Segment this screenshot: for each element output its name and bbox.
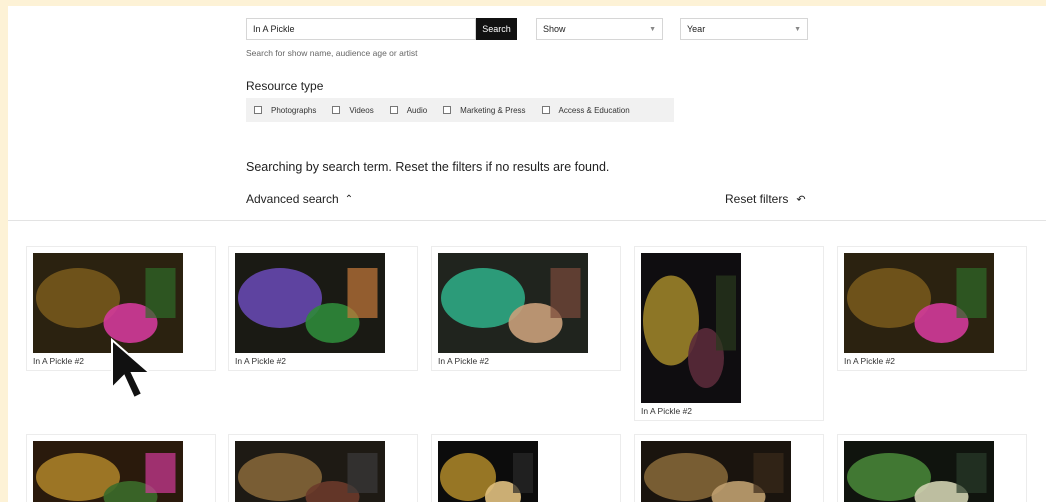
show-select-label: Show bbox=[543, 24, 566, 34]
resource-type-options: Photographs Videos Audio Marketing & Pre… bbox=[246, 98, 674, 122]
chevron-down-icon: ▼ bbox=[794, 25, 801, 33]
result-card[interactable]: In A Pickle #2 bbox=[634, 246, 824, 421]
search-input[interactable] bbox=[246, 18, 476, 40]
result-thumbnail[interactable] bbox=[844, 253, 994, 353]
result-card[interactable]: In A Pickle #2 bbox=[228, 246, 418, 371]
result-card[interactable] bbox=[431, 434, 621, 502]
result-card[interactable] bbox=[634, 434, 824, 502]
result-thumbnail[interactable] bbox=[641, 441, 791, 502]
result-caption[interactable]: In A Pickle #2 bbox=[844, 356, 895, 366]
advanced-search-toggle[interactable]: Advanced search ⌃ bbox=[246, 192, 353, 206]
chevron-up-icon: ⌃ bbox=[344, 193, 354, 205]
mouse-cursor-icon bbox=[111, 338, 153, 400]
checkbox-label: Videos bbox=[349, 105, 374, 115]
checkbox-videos[interactable]: Videos bbox=[332, 105, 374, 115]
result-thumbnail[interactable] bbox=[844, 441, 994, 502]
status-message: Searching by search term. Reset the filt… bbox=[246, 160, 610, 174]
result-caption[interactable]: In A Pickle #2 bbox=[641, 406, 692, 416]
checkbox-photographs[interactable]: Photographs bbox=[254, 106, 316, 115]
result-thumbnail[interactable] bbox=[235, 441, 385, 502]
result-card[interactable] bbox=[228, 434, 418, 502]
checkbox-icon[interactable] bbox=[254, 106, 262, 114]
advanced-search-label: Advanced search bbox=[246, 192, 339, 206]
result-caption[interactable]: In A Pickle #2 bbox=[438, 356, 489, 366]
result-caption[interactable]: In A Pickle #2 bbox=[33, 356, 84, 366]
app-frame: Search Show ▼ Year ▼ Search for show nam… bbox=[8, 6, 1046, 502]
checkbox-icon[interactable] bbox=[443, 106, 452, 114]
result-card[interactable] bbox=[837, 434, 1027, 502]
divider bbox=[8, 220, 1046, 221]
checkbox-label: Audio bbox=[406, 105, 428, 115]
checkbox-label: Marketing & Press bbox=[460, 105, 526, 115]
result-card[interactable] bbox=[26, 434, 216, 502]
result-thumbnail[interactable] bbox=[33, 441, 183, 502]
year-select-label: Year bbox=[687, 24, 706, 34]
result-thumbnail[interactable] bbox=[438, 441, 538, 502]
undo-icon: ↶ bbox=[796, 193, 806, 206]
reset-filters-button[interactable]: Reset filters ↶ bbox=[725, 192, 806, 206]
checkbox-label: Photographs bbox=[271, 105, 317, 115]
checkbox-icon[interactable] bbox=[541, 106, 550, 114]
checkbox-audio[interactable]: Audio bbox=[389, 105, 428, 115]
result-thumbnail[interactable] bbox=[235, 253, 385, 353]
resource-type-title: Resource type bbox=[246, 79, 324, 93]
checkbox-marketing-press[interactable]: Marketing & Press bbox=[443, 105, 526, 115]
reset-filters-label: Reset filters bbox=[725, 192, 789, 206]
result-card[interactable]: In A Pickle #2 bbox=[837, 246, 1027, 371]
result-thumbnail[interactable] bbox=[438, 253, 588, 353]
checkbox-icon[interactable] bbox=[389, 106, 398, 114]
year-select[interactable]: Year ▼ bbox=[680, 18, 808, 40]
checkbox-access-education[interactable]: Access & Education bbox=[541, 105, 630, 115]
checkbox-label: Access & Education bbox=[558, 105, 630, 115]
chevron-down-icon: ▼ bbox=[649, 25, 656, 33]
result-caption[interactable]: In A Pickle #2 bbox=[235, 356, 286, 366]
checkbox-icon[interactable] bbox=[332, 106, 341, 114]
search-hint: Search for show name, audience age or ar… bbox=[246, 48, 418, 58]
result-card[interactable]: In A Pickle #2 bbox=[431, 246, 621, 371]
result-thumbnail[interactable] bbox=[641, 253, 741, 403]
search-button[interactable]: Search bbox=[476, 18, 517, 40]
show-select[interactable]: Show ▼ bbox=[536, 18, 663, 40]
